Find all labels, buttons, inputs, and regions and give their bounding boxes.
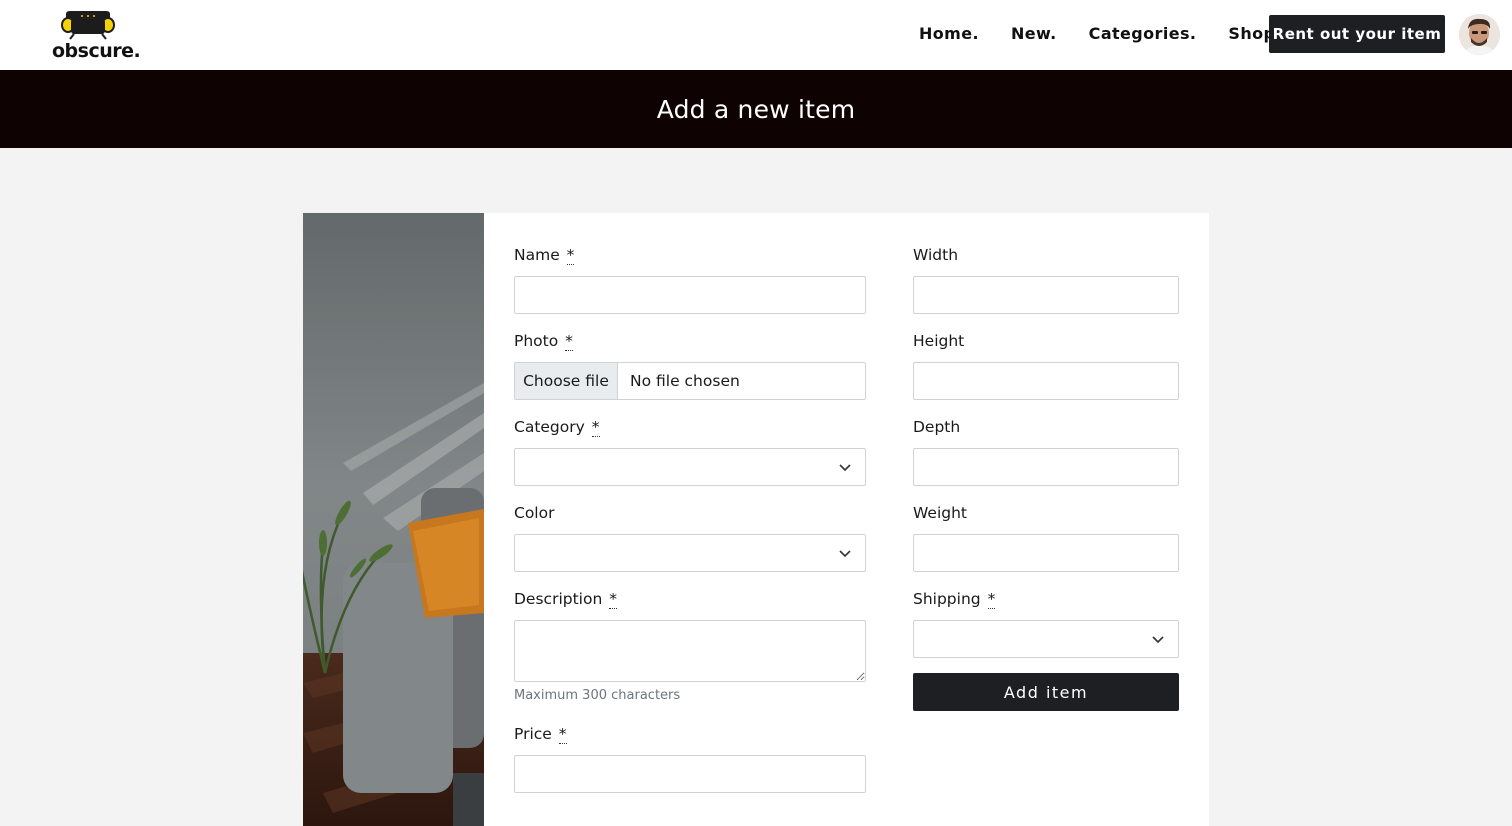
nav-new-link[interactable]: New.	[1011, 24, 1057, 43]
required-marker: *	[565, 332, 573, 351]
top-navbar: obscure. Home. New. Categories. Shop. Re…	[0, 0, 1512, 70]
weight-field: Weight	[913, 502, 1179, 572]
shipping-label: Shipping *	[913, 590, 996, 609]
category-label: Category *	[514, 418, 600, 437]
choose-file-button[interactable]: Choose file	[515, 363, 618, 399]
file-status-text: No file chosen	[630, 372, 740, 390]
required-marker: *	[566, 246, 575, 265]
depth-field: Depth	[913, 416, 1179, 486]
required-marker: *	[591, 418, 600, 437]
photo-field: Photo * Choose file No file chosen	[514, 330, 866, 400]
photo-label: Photo *	[514, 332, 573, 351]
height-input[interactable]	[913, 362, 1179, 400]
shipping-field: Shipping *	[913, 588, 1179, 658]
required-marker: *	[987, 590, 996, 609]
description-field: Description * Maximum 300 characters	[514, 588, 866, 703]
weight-label: Weight	[913, 504, 968, 522]
weight-input[interactable]	[913, 534, 1179, 572]
price-field: Price *	[514, 723, 866, 793]
category-select[interactable]	[514, 448, 866, 486]
sofa-logo-icon	[61, 11, 115, 40]
brand-logo[interactable]: obscure.	[52, 8, 141, 64]
depth-input[interactable]	[913, 448, 1179, 486]
price-label: Price *	[514, 725, 567, 744]
color-select[interactable]	[514, 534, 866, 572]
description-label: Description *	[514, 590, 617, 609]
page-banner: Add a new item	[0, 70, 1512, 148]
name-label: Name *	[514, 246, 575, 265]
width-input[interactable]	[913, 276, 1179, 314]
brand-name: obscure.	[52, 40, 141, 62]
add-item-button[interactable]: Add item	[913, 673, 1179, 711]
description-help-text: Maximum 300 characters	[514, 688, 681, 703]
depth-label: Depth	[913, 418, 961, 436]
nav-categories-link[interactable]: Categories.	[1089, 24, 1197, 43]
price-input[interactable]	[514, 755, 866, 793]
color-label: Color	[514, 504, 555, 522]
width-label: Width	[913, 246, 959, 264]
add-item-card: Name * Photo * Choose file No file chose…	[303, 213, 1209, 826]
sofa-photo	[303, 213, 484, 826]
color-field: Color	[514, 502, 866, 572]
category-field: Category *	[514, 416, 866, 486]
name-field: Name *	[514, 244, 866, 314]
user-avatar[interactable]	[1459, 14, 1500, 55]
height-label: Height	[913, 332, 965, 350]
living-room-image	[303, 213, 484, 826]
nav-home-link[interactable]: Home.	[919, 24, 979, 43]
main-nav: Home. New. Categories. Shop.	[919, 24, 1314, 43]
chevron-down-icon	[839, 464, 851, 472]
photo-file-input[interactable]: Choose file No file chosen	[514, 362, 866, 400]
required-marker: *	[558, 725, 567, 744]
height-field: Height	[913, 330, 1179, 400]
chevron-down-icon	[1152, 636, 1164, 644]
shipping-select[interactable]	[913, 620, 1179, 658]
chevron-down-icon	[839, 550, 851, 558]
description-textarea[interactable]	[514, 620, 866, 682]
name-input[interactable]	[514, 276, 866, 314]
required-marker: *	[609, 590, 617, 609]
width-field: Width	[913, 244, 1179, 314]
page-title: Add a new item	[656, 94, 856, 124]
avatar-portrait	[1459, 14, 1500, 55]
rent-out-item-button[interactable]: Rent out your item	[1269, 15, 1445, 53]
